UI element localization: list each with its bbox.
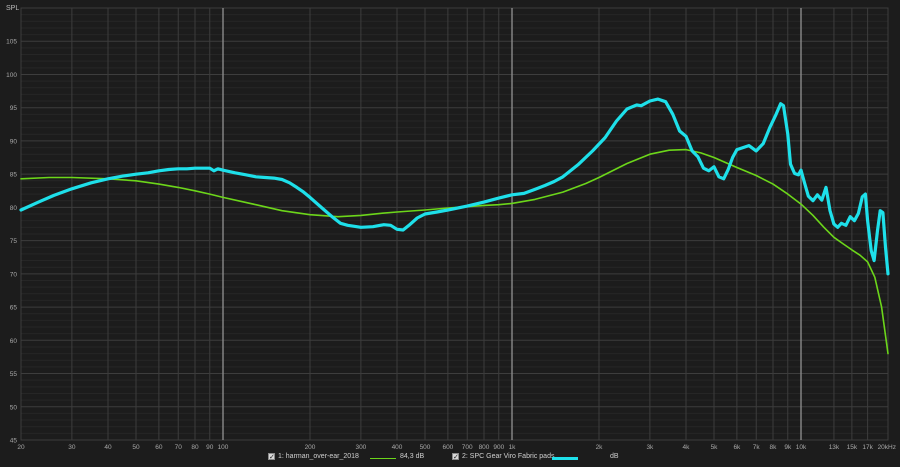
y-tick-label: 45 (10, 438, 18, 445)
y-tick-label: 80 (10, 205, 18, 212)
legend-item-2[interactable]: ✓ 2: SPC Gear Viro Fabric pads (452, 453, 555, 461)
legend-label-1: 1: harman_over-ear_2018 (278, 453, 359, 460)
y-tick-label: 75 (10, 238, 18, 245)
x-tick-label: 9k (784, 444, 792, 451)
x-tick-label: 1k (509, 444, 517, 451)
checkbox-2[interactable]: ✓ (452, 453, 459, 461)
x-tick-label: 17k (862, 444, 873, 451)
x-tick-label: 5k (711, 444, 719, 451)
y-axis-label: SPL (6, 5, 19, 12)
x-tick-label: 4k (683, 444, 691, 451)
x-tick-label: 600 (442, 444, 453, 451)
y-tick-label: 50 (10, 404, 18, 411)
x-tick-label: 200 (305, 444, 316, 451)
x-tick-label: 7k (753, 444, 761, 451)
x-tick-label: 50 (132, 444, 140, 451)
y-tick-label: 65 (10, 305, 18, 312)
y-tick-label: 60 (10, 338, 18, 345)
x-tick-label: 13k (829, 444, 840, 451)
legend-value-1: 84,3 dB (400, 453, 425, 460)
x-tick-label: 300 (355, 444, 366, 451)
x-tick-label: 900 (493, 444, 504, 451)
y-tick-label: 95 (10, 105, 18, 112)
x-tick-label: 80 (191, 444, 199, 451)
checkbox-1[interactable]: ✓ (268, 453, 275, 461)
x-tick-label: 60 (155, 444, 163, 451)
legend: ✓ 1: harman_over-ear_2018 84,3 dB ✓ 2: S… (0, 453, 900, 467)
x-tick-label: 6k (733, 444, 741, 451)
y-tick-label: 70 (10, 271, 18, 278)
legend-label-2: 2: SPC Gear Viro Fabric pads (462, 453, 555, 460)
x-tick-label: 500 (420, 444, 431, 451)
x-tick-label: 400 (392, 444, 403, 451)
x-tick-label: 70 (175, 444, 183, 451)
legend-swatch-2 (552, 457, 578, 460)
x-tick-label: 20 (17, 444, 25, 451)
y-tick-label: 85 (10, 172, 18, 179)
y-tick-label: 90 (10, 138, 18, 145)
x-tick-label: 3k (646, 444, 654, 451)
legend-value-2: dB (610, 453, 619, 460)
x-tick-label: 8k (770, 444, 778, 451)
y-tick-label: 100 (6, 72, 17, 79)
x-tick-label: 100 (218, 444, 229, 451)
x-tick-label: 20kHz (878, 444, 896, 451)
legend-swatch-1 (370, 458, 396, 459)
legend-item-1[interactable]: ✓ 1: harman_over-ear_2018 (268, 453, 359, 461)
x-tick-label: 800 (479, 444, 490, 451)
x-tick-label: 40 (104, 444, 112, 451)
x-tick-label: 10k (796, 444, 807, 451)
x-tick-label: 15k (847, 444, 858, 451)
x-tick-label: 700 (462, 444, 473, 451)
frequency-response-chart: 45 50 55 60 65 70 75 80 85 90 95 100 105 20 30 40 50 60 7… (0, 0, 900, 467)
y-tick-label: 55 (10, 371, 18, 378)
x-tick-label: 90 (206, 444, 214, 451)
x-tick-label: 2k (596, 444, 604, 451)
x-tick-label: 30 (68, 444, 76, 451)
y-tick-label: 105 (6, 39, 17, 46)
